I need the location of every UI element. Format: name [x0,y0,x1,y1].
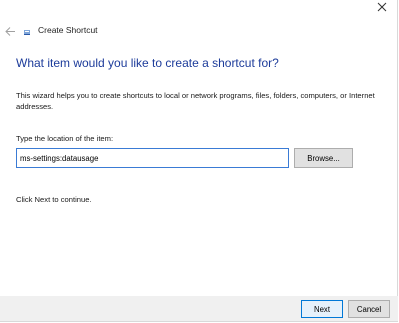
back-button[interactable] [3,24,17,38]
back-arrow-icon [4,26,15,36]
shortcut-icon [24,30,30,35]
cancel-button[interactable]: Cancel [348,300,390,318]
continue-hint: Click Next to continue. [16,195,92,204]
wizard-description: This wizard helps you to create shortcut… [16,91,375,111]
wizard-titlebar: Create Shortcut [0,22,397,40]
location-input[interactable] [16,148,289,168]
wizard-footer: Next Cancel [0,296,398,321]
location-label: Type the location of the item: [16,134,114,143]
page-heading: What item would you like to create a sho… [16,56,279,70]
browse-button[interactable]: Browse... [294,148,353,168]
window-title: Create Shortcut [38,25,98,35]
next-button[interactable]: Next [301,300,343,318]
close-icon [377,2,387,12]
close-button[interactable] [373,0,391,14]
create-shortcut-window: Create Shortcut What item would you like… [0,0,398,322]
